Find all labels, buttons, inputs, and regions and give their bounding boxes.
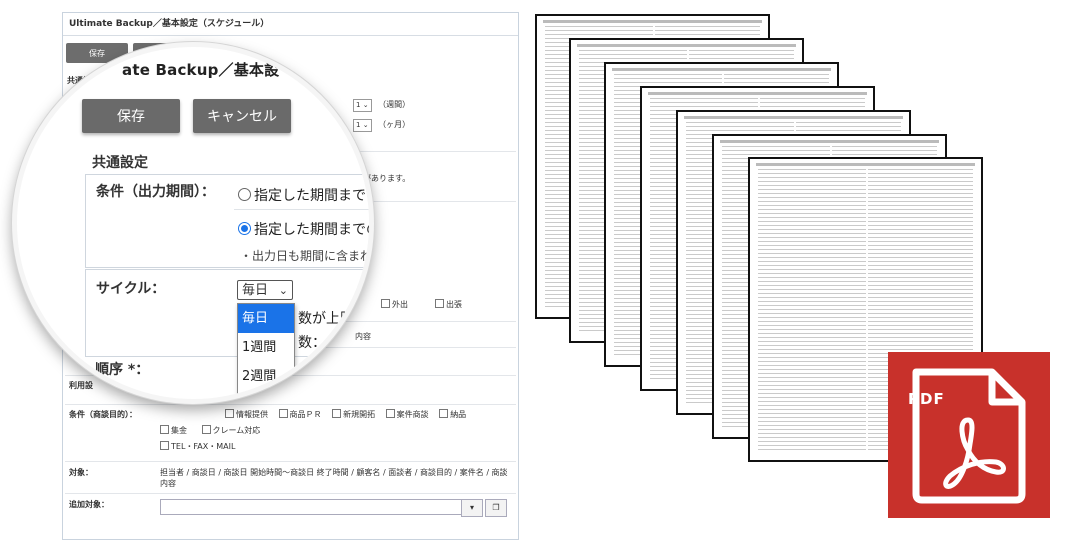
dropdown-option[interactable]: 毎日 — [238, 304, 294, 333]
checkbox-icon — [381, 299, 390, 308]
radio-on-icon — [238, 222, 251, 235]
check-delivery[interactable]: 納品 — [439, 409, 466, 419]
check-new[interactable]: 新規開拓 — [332, 409, 375, 419]
mag-condition-box: 条件（出力期間）： 指定した期間までの 指定した期間までの ・出力日も期間に含ま… — [85, 174, 373, 268]
chevron-down-icon: ⌄ — [278, 284, 288, 297]
period-month-unit: （ヶ月） — [378, 120, 411, 129]
mag-cycle-label: サイクル： — [96, 281, 166, 297]
pdf-label: PDF — [908, 390, 945, 408]
check-deal[interactable]: 案件商談 — [385, 409, 429, 419]
magnifier-lens: ate Backup／基本設 保存 キャンセル 共通設定 条件（出力期間）： 指… — [12, 42, 374, 404]
mag-divider — [234, 209, 369, 210]
mag-condition-label: 条件（出力期間）： — [96, 184, 215, 200]
add-target-copy-button[interactable]: ❐ — [485, 499, 507, 517]
target-row: 対象： 担当者 / 商談日 / 商談日 開始時間～商談日 終了時間 / 顧客名 … — [65, 463, 516, 494]
check-trip[interactable]: 出張 — [435, 299, 462, 310]
radio-off-icon — [238, 188, 251, 201]
mag-radio-option-1[interactable]: 指定した期間までの — [238, 185, 369, 205]
mag-cycle-dropdown: 毎日 1週間 2週間 3週 — [237, 303, 295, 399]
mag-save-button[interactable]: 保存 — [82, 99, 180, 133]
checkbox-icon — [160, 441, 169, 450]
check-info[interactable]: 情報提供 — [225, 409, 268, 419]
mag-order-text: （お — [299, 364, 327, 380]
dropdown-option[interactable]: 1週間 — [238, 333, 294, 362]
condition-purpose-label: 条件（商談目的）： — [69, 410, 137, 419]
mag-count-text: 数：100, — [298, 335, 358, 351]
mag-cycle-box: サイクル： 数が上限を 数：100, — [85, 269, 369, 357]
add-target-dropdown-button[interactable]: ▾ — [461, 499, 483, 517]
condition-purpose-row: 条件（商談目的）： 情報提供 商品ＰＲ 新規開拓 案件商談 納品 集金 クレーム… — [65, 405, 516, 462]
check-collect[interactable]: 集金 — [160, 425, 187, 435]
target-label: 対象： — [69, 468, 93, 477]
checkbox-icon — [201, 425, 211, 434]
check-tel[interactable]: TEL・FAX・MAIL — [160, 441, 235, 451]
checkbox-icon — [160, 425, 169, 434]
add-target-row: 追加対象： ▾ ❐ — [65, 495, 516, 521]
mag-cycle-select[interactable]: 毎日 ⌄ — [237, 280, 293, 300]
checkbox-icon — [278, 409, 288, 418]
mag-limit-text: 数が上限を — [298, 311, 368, 327]
checkbox-icon — [435, 299, 444, 308]
period-week-unit: （週間） — [378, 100, 411, 109]
add-target-input[interactable] — [160, 499, 462, 515]
check-pr[interactable]: 商品ＰＲ — [278, 409, 322, 419]
dropdown-option[interactable]: 2週間 — [238, 362, 294, 391]
mag-section-label: 共通設定 — [92, 155, 148, 171]
check-claim[interactable]: クレーム対応 — [201, 425, 260, 435]
target-text: 担当者 / 商談日 / 商談日 開始時間～商談日 終了時間 / 顧客名 / 面談… — [160, 468, 508, 488]
mag-note-text: ・出力日も期間に含まれ — [240, 249, 373, 263]
check-out[interactable]: 外出 — [381, 299, 408, 310]
mag-order-label: 順序 *： — [95, 362, 150, 378]
checkbox-icon — [385, 409, 395, 418]
mag-cancel-button[interactable]: キャンセル — [193, 99, 291, 133]
copy-icon: ❐ — [492, 503, 500, 512]
checkbox-icon — [332, 409, 342, 418]
chevron-down-icon: ▾ — [469, 503, 474, 512]
mag-radio-option-2[interactable]: 指定した期間までの — [238, 219, 369, 239]
pdf-icon: PDF — [888, 352, 1050, 518]
checkbox-icon — [439, 409, 449, 418]
mag-title: ate Backup／基本設 — [122, 61, 280, 79]
pdf-file-icon — [912, 368, 1026, 504]
checkbox-icon — [225, 409, 234, 418]
add-target-label: 追加対象： — [69, 500, 109, 509]
notice-text: があります。 — [363, 174, 411, 183]
panel-title: Ultimate Backup／基本設定（スケジュール） — [63, 13, 518, 36]
